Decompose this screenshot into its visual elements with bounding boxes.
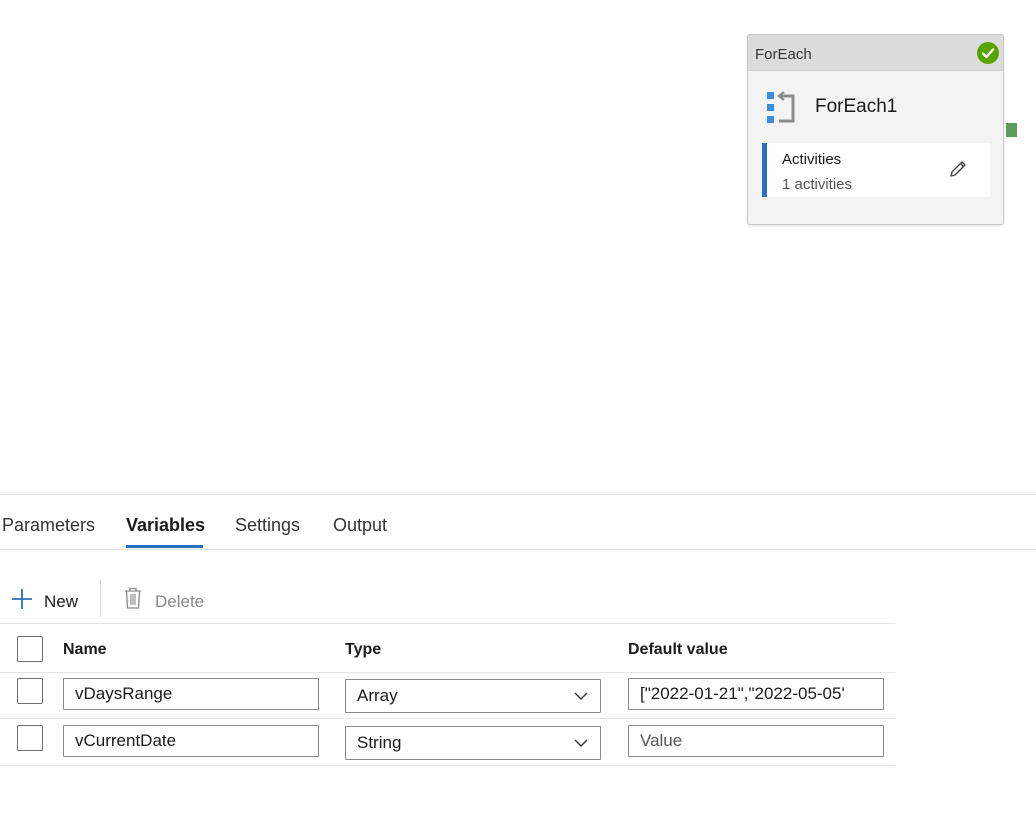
activity-type-label: ForEach — [755, 46, 812, 63]
column-header-name: Name — [63, 641, 107, 658]
activities-title: Activities — [782, 151, 842, 168]
trash-icon — [125, 587, 141, 609]
row-checkbox[interactable] — [17, 725, 43, 751]
pencil-edit-icon[interactable] — [948, 159, 968, 179]
row-checkbox[interactable] — [17, 678, 43, 704]
variable-type-value: String — [357, 733, 402, 752]
default-value-input[interactable]: ["2022-01-21","2022-05-05' — [628, 678, 884, 710]
plus-icon — [12, 589, 32, 609]
chevron-down-icon — [574, 692, 588, 700]
properties-panel: Parameters Variables Settings Output New… — [0, 494, 1036, 815]
active-tab-indicator — [126, 545, 203, 548]
activities-section[interactable]: Activities 1 activities — [762, 143, 990, 197]
variable-type-value: Array — [357, 686, 398, 705]
variable-type-dropdown[interactable]: String — [345, 726, 601, 760]
toolbar-divider — [100, 580, 101, 617]
variable-name-input[interactable]: vDaysRange — [63, 678, 319, 710]
tab-bar: Parameters Variables Settings Output — [0, 495, 1036, 550]
pipeline-canvas[interactable]: ForEach ForEach1 Activities 1 activities — [0, 0, 1036, 494]
activity-header: ForEach — [748, 35, 1003, 71]
select-all-checkbox[interactable] — [17, 636, 43, 662]
success-check-icon — [977, 42, 999, 64]
variable-name-input[interactable]: vCurrentDate — [63, 725, 319, 757]
tab-settings[interactable]: Settings — [235, 515, 300, 536]
new-button-label: New — [44, 592, 79, 611]
table-row: vDaysRange Array ["2022-01-21","2022-05-… — [0, 672, 895, 719]
variable-type-dropdown[interactable]: Array — [345, 679, 601, 713]
column-header-type: Type — [345, 641, 382, 658]
default-value-input[interactable]: Value — [628, 725, 884, 757]
tab-output[interactable]: Output — [333, 515, 387, 536]
success-output-connector[interactable] — [1006, 123, 1017, 137]
foreach-activity-card[interactable]: ForEach ForEach1 Activities 1 activities — [747, 34, 1004, 225]
chevron-down-icon — [574, 739, 588, 747]
tab-variables[interactable]: Variables — [126, 515, 205, 536]
activities-count: 1 activities — [782, 176, 853, 193]
delete-button-label: Delete — [155, 592, 205, 611]
table-header-row: Name Type Default value — [0, 623, 895, 673]
foreach-icon — [767, 91, 795, 123]
table-row: vCurrentDate String Value — [0, 719, 895, 766]
column-header-default-value: Default value — [628, 641, 728, 658]
tab-parameters[interactable]: Parameters — [2, 515, 95, 536]
activity-name: ForEach1 — [815, 96, 898, 117]
